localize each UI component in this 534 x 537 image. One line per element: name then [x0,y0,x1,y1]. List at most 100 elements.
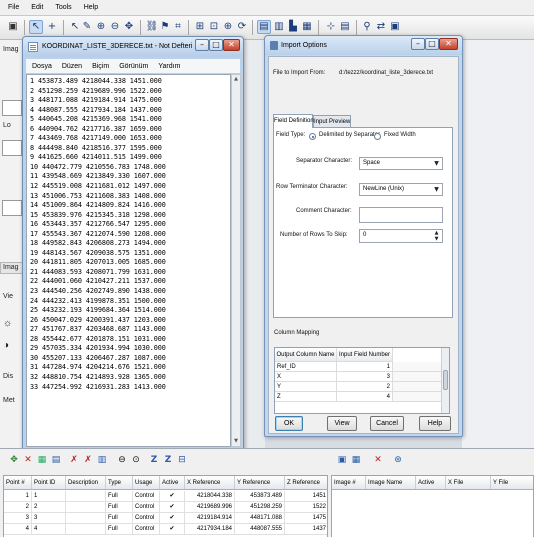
gcp-col-x-reference[interactable]: X Reference [185,476,235,489]
mapping-row[interactable]: Ref_ID 1 [275,362,441,372]
cell-usage[interactable]: Control [133,502,160,513]
scroll-thumb[interactable] [443,370,448,390]
cell-active-check[interactable]: ✔ [160,491,185,502]
layers-icon[interactable]: ▥ [272,20,286,34]
zoom-center-icon[interactable]: ⊡ [207,20,221,34]
cell-y-reference[interactable]: 448087.555 [235,524,285,535]
cell-description[interactable] [66,513,106,524]
delimited-radio[interactable] [309,133,316,140]
view-button[interactable]: View [327,416,357,431]
gcp-col-point[interactable]: Point # [4,476,32,489]
flag-icon[interactable]: ⚑ [158,20,172,34]
maximize-button[interactable]: □ [209,39,223,51]
grid-icon[interactable]: ⌗ [171,20,185,34]
gcp-col-y-reference[interactable]: Y Reference [235,476,285,489]
image-delete-icon[interactable]: ✕ [372,454,384,467]
add-point-icon[interactable]: ✥ [8,454,20,467]
table-row[interactable]: 1 1 Full Control ✔ 4218044.338 453873.48… [4,491,327,502]
cell-x-reference[interactable]: 4219184.914 [185,513,235,524]
save-icon[interactable]: ▣ [6,20,20,34]
close-button[interactable]: ✕ [439,38,458,50]
mapping-scrollbar[interactable] [441,348,449,413]
scroll-up-icon[interactable]: ▲ [232,75,240,84]
minimize-button[interactable]: – [195,39,209,51]
link-icon[interactable]: ⛓ [145,20,159,34]
point-tool-icon[interactable]: ✎ [80,20,94,34]
cell-description[interactable] [66,524,106,535]
cell-usage[interactable]: Control [133,513,160,524]
gcp-table[interactable]: Point # Point ID Description Type Usage … [3,475,328,537]
cell-z-reference[interactable]: 1475 [285,513,327,524]
table-row[interactable]: 2 2 Full Control ✔ 4219689.996 451298.25… [4,502,327,513]
measure-icon[interactable]: ▦ [300,20,314,34]
row-terminator-select[interactable]: NewLine (Unix) ▼ [359,183,443,196]
left-panel-field[interactable] [2,200,22,216]
cell-active-check[interactable]: ✔ [160,524,185,535]
cell-z-reference[interactable]: 1522 [285,502,327,513]
left-panel-field[interactable] [2,100,22,116]
point-add-icon[interactable]: ⊹ [324,20,338,34]
gcp-col-usage[interactable]: Usage [133,476,160,489]
menu-help[interactable]: Help [84,4,98,11]
comment-input[interactable] [359,207,443,223]
calculator-icon[interactable]: ▤ [338,20,352,34]
left-panel-field[interactable] [2,140,22,156]
image-col-number[interactable]: Image # [332,476,366,489]
clear-all-icon[interactable]: ✗ [82,454,94,467]
image-table-icon[interactable]: ▦ [350,454,362,467]
cell-y-reference[interactable]: 453873.489 [235,491,285,502]
pan-icon[interactable]: ✥ [122,20,136,34]
menu-file[interactable]: File [8,4,19,11]
image-col-active[interactable]: Active [416,476,446,489]
mapping-row[interactable]: Z 4 [275,392,441,402]
link-add-icon[interactable]: ⚲ [360,20,374,34]
notepad-menu-view[interactable]: Görünüm [119,63,148,70]
spinner-arrows-icon[interactable]: ▲ ▼ [432,230,441,242]
z-update-icon[interactable]: Z [162,454,174,467]
ok-button[interactable]: OK [275,416,303,431]
cell-description[interactable] [66,491,106,502]
cell-point-id[interactable]: 1 [32,491,66,502]
gcp-col-active[interactable]: Active [160,476,185,489]
properties-icon[interactable]: ▣ [388,20,402,34]
notepad-menu-file[interactable]: Dosya [32,63,52,70]
gcp-col-point-id[interactable]: Point ID [32,476,66,489]
tab-field-definition[interactable]: Field Definition [273,114,314,128]
notepad-scrollbar[interactable]: ▲ ▼ [231,74,241,447]
link-icon[interactable]: ⊟ [176,454,188,467]
cell-point-id[interactable]: 4 [32,524,66,535]
cancel-button[interactable]: Cancel [370,416,404,431]
target-icon[interactable]: ⊖ [116,454,128,467]
cell-type[interactable]: Full [106,524,133,535]
notepad-titlebar[interactable]: KOORDINAT_LISTE_3DERECE.txt - Not Defter… [23,37,243,57]
close-button[interactable]: ✕ [223,39,240,51]
gcp-col-type[interactable]: Type [106,476,133,489]
notepad-text-area[interactable]: 1 453873.489 4218044.338 1451.000 2 45129… [26,74,231,447]
zoom-in-icon[interactable]: ⊕ [94,20,108,34]
cell-x-reference[interactable]: 4218044.338 [185,491,235,502]
cell-type[interactable]: Full [106,502,133,513]
separator-select[interactable]: Space ▼ [359,157,443,170]
mapping-field[interactable]: 1 [337,362,393,372]
menu-edit[interactable]: Edit [31,4,43,11]
image-col-x-file[interactable]: X File [446,476,491,489]
image-sync-icon[interactable]: ⊛ [392,454,404,467]
brightness-icon[interactable]: ☼ [3,318,12,329]
image-col-y-file[interactable]: Y File [491,476,533,489]
fixed-width-radio[interactable] [374,133,381,140]
target-alt-icon[interactable]: ⊙ [130,454,142,467]
crosshair-icon[interactable]: + [45,20,59,34]
cell-usage[interactable]: Control [133,524,160,535]
cell-y-reference[interactable]: 451298.259 [235,502,285,513]
column-mapping-grid[interactable]: Output Column Name Input Field Number Re… [274,347,450,414]
cell-type[interactable]: Full [106,491,133,502]
chart-icon[interactable]: ▙ [286,20,300,34]
cell-usage[interactable]: Control [133,491,160,502]
rows-to-skip-stepper[interactable]: 0 ▲ ▼ [359,229,443,243]
image-table[interactable]: Image # Image Name Active X File Y File [331,475,534,537]
cell-active-check[interactable]: ✔ [160,502,185,513]
image-list-icon[interactable]: ▣ [336,454,348,467]
cell-x-reference[interactable]: 4219689.996 [185,502,235,513]
table-icon[interactable]: ▤ [50,454,62,467]
table-row[interactable]: 3 3 Full Control ✔ 4219184.914 448171.08… [4,513,327,524]
